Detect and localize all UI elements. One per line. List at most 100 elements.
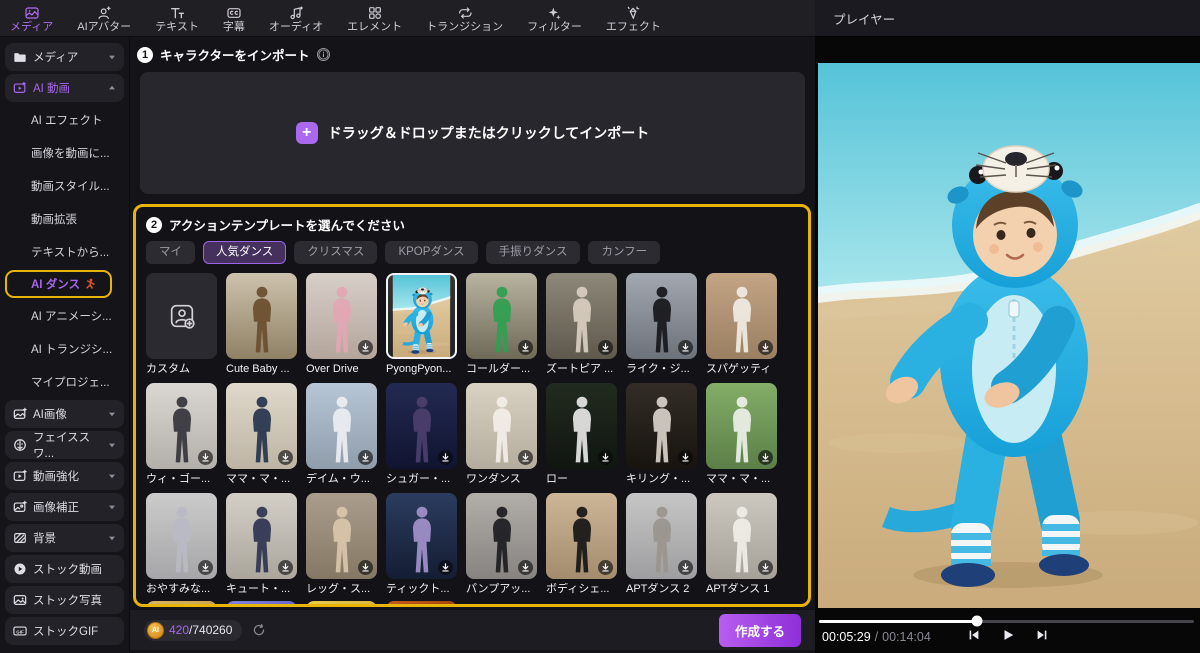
template-thumb-pyongpyon[interactable] (386, 273, 457, 359)
toolbar-item-filter[interactable]: フィルター (527, 5, 582, 33)
toolbar-item-audio[interactable]: オーディオ (269, 5, 323, 33)
sidebar-item-stock-photo[interactable]: ストック写真 (5, 586, 124, 614)
character-import-dropzone[interactable]: + ドラッグ＆ドロップまたはクリックしてインポート (140, 72, 805, 194)
template-thumb-partial-2[interactable] (226, 601, 297, 607)
template-thumb-killing[interactable] (626, 383, 697, 469)
next-frame-button[interactable] (1035, 628, 1049, 642)
template-thumb-apt-dance-1[interactable] (706, 493, 777, 579)
sidebar-item-image-correct[interactable]: 画像補正 (5, 493, 124, 521)
template-thumb-leg-s[interactable] (306, 493, 377, 579)
tab-my[interactable]: マイ (146, 241, 195, 264)
tab-kpop-dance[interactable]: KPOPダンス (385, 241, 477, 264)
template-card-killing[interactable]: キリング・... (626, 383, 697, 486)
slider-handle[interactable] (971, 616, 982, 627)
template-card-one-dance[interactable]: ワンダンス (466, 383, 537, 486)
download-icon[interactable] (358, 450, 373, 465)
download-icon[interactable] (758, 340, 773, 355)
template-thumb-partial-4[interactable] (386, 601, 457, 607)
info-icon[interactable] (317, 48, 330, 61)
template-thumb-zootopia[interactable] (546, 273, 617, 359)
template-thumb-cute-baby[interactable] (226, 273, 297, 359)
template-thumb-oyasumi[interactable] (146, 493, 217, 579)
sidebar-item-ai-animation[interactable]: AI アニメーシ... (5, 301, 124, 331)
template-thumb-mama-ma-2[interactable] (706, 383, 777, 469)
playback-slider[interactable] (819, 614, 1194, 628)
sidebar-item-my-project[interactable]: マイプロジェ... (5, 367, 124, 397)
template-card-cute-baby[interactable]: Cute Baby ... (226, 273, 297, 376)
template-thumb-custom[interactable] (146, 273, 217, 359)
tab-christmas[interactable]: クリスマス (294, 241, 377, 264)
credits-pill[interactable]: AI 420/740260 (144, 620, 242, 641)
download-icon[interactable] (678, 560, 693, 575)
tab-kungfu[interactable]: カンフー (588, 241, 660, 264)
toolbar-item-transition[interactable]: トランジション (426, 5, 503, 33)
template-card-pump-up[interactable]: パンプアッ... (466, 493, 537, 596)
template-thumb-mama-ma-1[interactable] (226, 383, 297, 469)
template-thumb-tiktok[interactable] (386, 493, 457, 579)
template-card-oyasumi[interactable]: おやすみな... (146, 493, 217, 596)
download-icon[interactable] (198, 560, 213, 575)
sidebar-item-media[interactable]: メディア (5, 43, 124, 71)
template-thumb-partial-3[interactable] (306, 601, 377, 607)
template-card-tiktok[interactable]: ティックト... (386, 493, 457, 596)
download-icon[interactable] (518, 560, 533, 575)
sidebar-item-text-to-video[interactable]: テキストから... (5, 237, 124, 267)
template-card-colder[interactable]: コールダー... (466, 273, 537, 376)
download-icon[interactable] (598, 450, 613, 465)
sidebar-item-video-enhance[interactable]: 動画強化 (5, 462, 124, 490)
download-icon[interactable] (598, 560, 613, 575)
template-thumb-apt-dance-2[interactable] (626, 493, 697, 579)
template-thumb-like-j[interactable] (626, 273, 697, 359)
template-card-like-j[interactable]: ライク・ジ... (626, 273, 697, 376)
play-button[interactable] (1001, 628, 1015, 642)
toolbar-item-effect[interactable]: エフェクト (606, 5, 661, 33)
download-icon[interactable] (598, 340, 613, 355)
download-icon[interactable] (518, 340, 533, 355)
video-preview[interactable] (818, 63, 1200, 608)
download-icon[interactable] (438, 450, 453, 465)
template-card-zootopia[interactable]: ズートピア ... (546, 273, 617, 376)
tab-hand-dance[interactable]: 手振りダンス (486, 241, 581, 264)
template-card-cute[interactable]: キュート・... (226, 493, 297, 596)
download-icon[interactable] (758, 560, 773, 575)
template-card-mama-ma-1[interactable]: ママ・マ・... (226, 383, 297, 486)
sidebar-item-image-to-video[interactable]: 画像を動画に... (5, 138, 124, 168)
download-icon[interactable] (278, 450, 293, 465)
template-card-spaghetti[interactable]: スパゲッティ (706, 273, 777, 376)
download-icon[interactable] (358, 560, 373, 575)
template-card-we-go[interactable]: ウィ・ゴー... (146, 383, 217, 486)
download-icon[interactable] (278, 560, 293, 575)
template-card-dame-u[interactable]: デイム・ウ... (306, 383, 377, 486)
download-icon[interactable] (438, 560, 453, 575)
template-card-sugar[interactable]: シュガー・... (386, 383, 457, 486)
template-thumb-we-go[interactable] (146, 383, 217, 469)
sidebar-item-stock-video[interactable]: ストック動画 (5, 555, 124, 583)
download-icon[interactable] (358, 340, 373, 355)
sidebar-item-ai-effect[interactable]: AI エフェクト (5, 105, 124, 135)
sidebar-item-ai-transition[interactable]: AI トランジシ... (5, 334, 124, 364)
toolbar-item-caption[interactable]: 字幕 (223, 5, 245, 33)
toolbar-item-media[interactable]: メディア (10, 5, 53, 33)
toolbar-item-ai-avatar[interactable]: AIアバター (77, 5, 131, 33)
template-card-over-drive[interactable]: Over Drive (306, 273, 377, 376)
template-card-apt-dance-2[interactable]: APTダンス 2 (626, 493, 697, 596)
template-thumb-cute[interactable] (226, 493, 297, 579)
template-thumb-pump-up[interactable] (466, 493, 537, 579)
tab-popular-dance[interactable]: 人気ダンス (203, 241, 286, 264)
template-thumb-colder[interactable] (466, 273, 537, 359)
template-thumb-spaghetti[interactable] (706, 273, 777, 359)
template-card-apt-dance-1[interactable]: APTダンス 1 (706, 493, 777, 596)
template-card-mama-ma-2[interactable]: ママ・マ・... (706, 383, 777, 486)
template-card-leg-s[interactable]: レッグ・ス... (306, 493, 377, 596)
refresh-icon[interactable] (252, 623, 266, 637)
template-thumb-over-drive[interactable] (306, 273, 377, 359)
template-thumb-sugar[interactable] (386, 383, 457, 469)
sidebar-item-stock-gif[interactable]: ストックGIF (5, 617, 124, 645)
slider-track[interactable] (819, 620, 1194, 623)
download-icon[interactable] (678, 340, 693, 355)
create-button[interactable]: 作成する (719, 614, 801, 647)
sidebar-item-video-style[interactable]: 動画スタイル... (5, 171, 124, 201)
sidebar-item-background[interactable]: 背景 (5, 524, 124, 552)
template-thumb-one-dance[interactable] (466, 383, 537, 469)
template-thumb-partial-1[interactable] (146, 601, 217, 607)
